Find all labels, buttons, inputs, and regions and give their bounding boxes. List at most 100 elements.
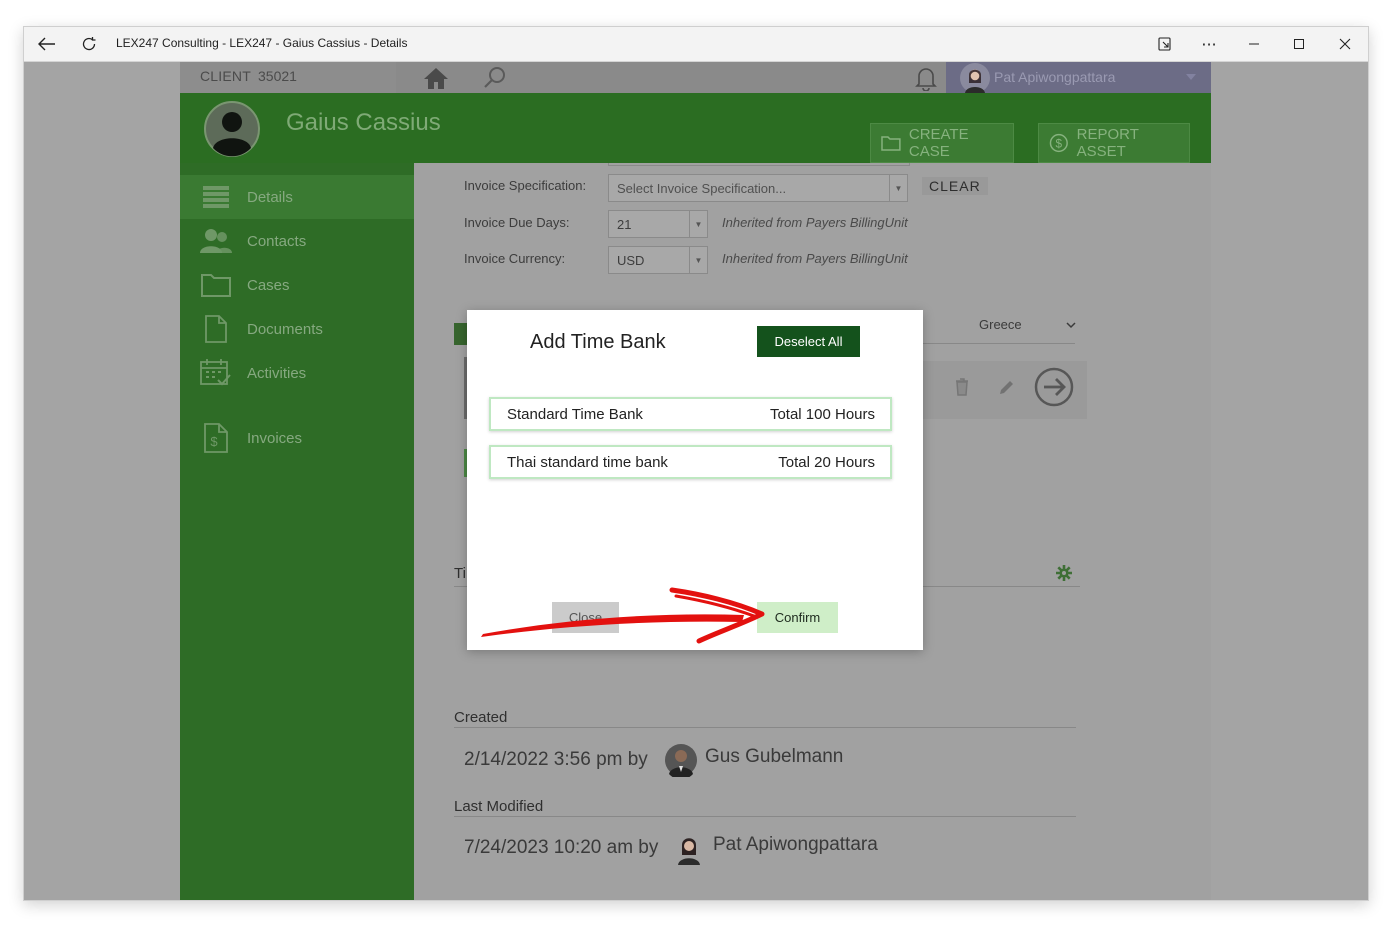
close-window-button[interactable] (1330, 27, 1360, 61)
sidebar-item-cases[interactable]: Cases (180, 263, 414, 307)
report-asset-button[interactable]: $ REPORT ASSET (1038, 123, 1190, 163)
cast-button[interactable] (1152, 27, 1178, 61)
created-title: Created (454, 709, 508, 726)
trash-icon[interactable] (955, 378, 969, 396)
sidebar-item-contacts[interactable]: Contacts (180, 219, 414, 263)
confirm-button[interactable]: Confirm (757, 602, 838, 633)
currency-note: Inherited from Payers BillingUnit (722, 251, 908, 266)
maximize-button[interactable] (1284, 27, 1314, 61)
sidebar-item-documents[interactable]: Documents (180, 307, 414, 351)
more-options-icon: ··· (1201, 34, 1217, 54)
avatar (665, 744, 697, 777)
close-button[interactable]: Close (552, 602, 619, 633)
deselect-all-button[interactable]: Deselect All (757, 326, 860, 357)
refresh-button[interactable] (74, 27, 104, 61)
invoice-icon: $ (200, 422, 232, 454)
client-label: CLIENT (200, 68, 251, 84)
sidebar-item-label: Cases (247, 276, 290, 294)
modified-title: Last Modified (454, 798, 544, 815)
window-title: LEX247 Consulting - LEX247 - Gaius Cassi… (116, 36, 408, 50)
contacts-icon (200, 225, 232, 257)
invoice-spec-select[interactable]: Select Invoice Specification... ▼ (608, 174, 908, 202)
create-case-label: CREATE CASE (908, 126, 969, 160)
chevron-down-icon[interactable] (1066, 322, 1076, 329)
svg-text:$: $ (210, 434, 218, 449)
chevron-down-icon (1186, 74, 1196, 80)
document-icon (200, 313, 232, 345)
due-days-note: Inherited from Payers BillingUnit (722, 215, 908, 230)
report-asset-label: REPORT ASSET (1076, 126, 1139, 160)
sidebar-item-label: Documents (247, 320, 323, 338)
client-header: Gaius Cassius CREATE CASE $ REPORT ASSET (180, 93, 1211, 163)
currency-select[interactable]: USD ▼ (608, 246, 708, 274)
invoice-spec-label: Invoice Specification: (464, 178, 587, 193)
notifications-button[interactable] (914, 65, 938, 95)
section-title-partial: Ti (454, 565, 466, 582)
country-value[interactable]: Greece (979, 317, 1022, 332)
user-menu[interactable]: Pat Apiwongpattara (946, 62, 1211, 93)
dropdown-arrow-icon: ▼ (889, 175, 907, 201)
sidebar-item-label: Activities (247, 364, 307, 382)
cast-icon (1158, 37, 1171, 51)
due-days-value: 21 (617, 217, 632, 232)
invoice-spec-placeholder: Select Invoice Specification... (617, 181, 787, 196)
home-button[interactable] (422, 65, 450, 95)
minimize-button[interactable] (1239, 27, 1269, 61)
time-bank-item[interactable]: Thai standard time bank Total 20 Hours (489, 445, 892, 479)
pencil-icon[interactable] (998, 378, 1016, 396)
sidebar-item-invoices[interactable]: $ Invoices (180, 416, 414, 460)
back-arrow-icon (38, 37, 55, 51)
sidebar-item-label: Contacts (247, 232, 307, 250)
search-button[interactable] (482, 65, 508, 95)
minimize-icon (1249, 43, 1259, 45)
create-case-button[interactable]: CREATE CASE (870, 123, 1014, 163)
bell-icon (915, 68, 937, 92)
client-name: Gaius Cassius (286, 109, 441, 136)
time-bank-total: Total 20 Hours (778, 453, 875, 471)
currency-value: USD (617, 253, 645, 268)
title-bar: LEX247 Consulting - LEX247 - Gaius Cassi… (24, 27, 1368, 62)
dropdown-arrow-icon: ▼ (689, 211, 707, 237)
dialog-title: Add Time Bank (530, 331, 666, 353)
top-bar: CLIENT 35021 Pat Apiwongpattara (180, 62, 1211, 93)
modified-user[interactable]: Pat Apiwongpattara (713, 834, 878, 856)
sidebar-item-activities[interactable]: Activities (180, 351, 414, 395)
folder-icon (881, 136, 901, 151)
due-days-label: Invoice Due Days: (464, 215, 570, 230)
refresh-icon (82, 37, 96, 51)
home-icon (424, 68, 448, 89)
user-name: Pat Apiwongpattara (994, 69, 1116, 85)
client-id-box: CLIENT 35021 (180, 62, 396, 93)
arrow-circle-icon[interactable] (1034, 367, 1074, 407)
calendar-icon (200, 357, 232, 389)
due-days-select[interactable]: 21 ▼ (608, 210, 708, 238)
dollar-circle-icon: $ (1049, 133, 1068, 153)
created-user[interactable]: Gus Gubelmann (705, 746, 843, 768)
search-icon (484, 67, 505, 88)
currency-label: Invoice Currency: (464, 251, 566, 266)
client-avatar (204, 101, 260, 157)
dropdown-arrow-icon: ▼ (689, 247, 707, 273)
more-options-button[interactable]: ··· (1194, 27, 1224, 61)
modified-datetime: 7/24/2023 10:20 am by (464, 837, 659, 858)
time-bank-total: Total 100 Hours (769, 405, 875, 423)
sidebar-item-details[interactable]: Details (180, 175, 414, 219)
clear-button[interactable]: CLEAR (922, 177, 988, 195)
maximize-icon (1294, 39, 1304, 49)
client-number: 35021 (258, 68, 297, 84)
folder-icon (200, 269, 232, 301)
avatar (678, 838, 700, 865)
sidebar-item-label: Invoices (247, 429, 303, 447)
created-datetime: 2/14/2022 3:56 pm by (464, 749, 648, 770)
details-list-icon (200, 181, 232, 213)
sidebar-item-label: Details (247, 188, 293, 206)
time-bank-name: Standard Time Bank (507, 405, 643, 423)
back-button[interactable] (32, 27, 62, 61)
user-avatar (960, 63, 990, 93)
sidebar: Details Contacts Cases Documents Activit… (180, 163, 414, 900)
gear-icon[interactable] (1056, 565, 1072, 581)
time-bank-item[interactable]: Standard Time Bank Total 100 Hours (489, 397, 892, 431)
close-icon (1339, 38, 1351, 50)
svg-text:$: $ (1056, 137, 1063, 150)
add-time-bank-dialog: Add Time Bank Deselect All Standard Time… (467, 310, 923, 650)
